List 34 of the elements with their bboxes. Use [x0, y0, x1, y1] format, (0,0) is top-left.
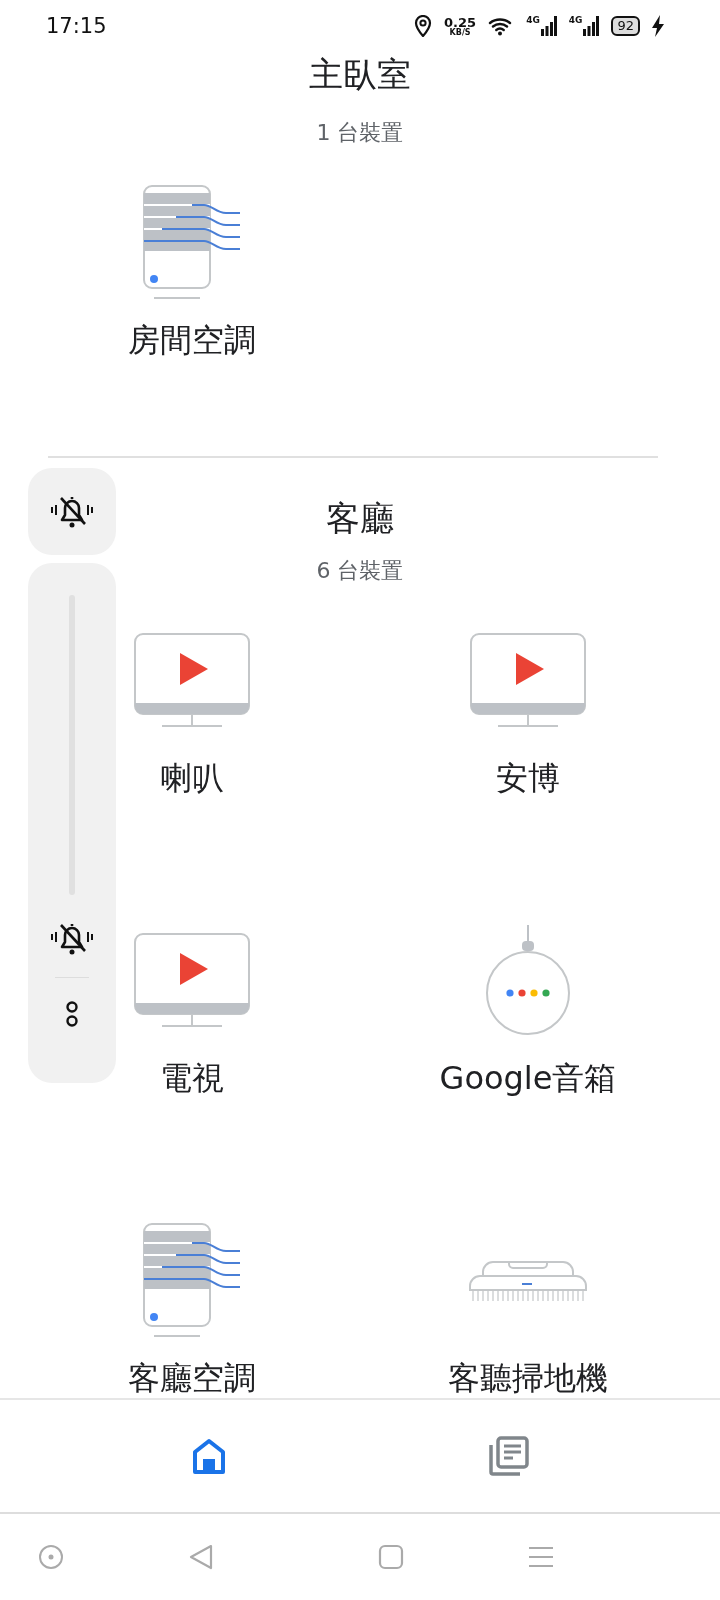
device-name: Google音箱 — [439, 1058, 617, 1098]
signal-icon — [540, 16, 557, 36]
back-icon[interactable] — [188, 1543, 214, 1571]
room-title: 主臥室 — [309, 53, 411, 96]
battery-level: 92 — [611, 16, 640, 36]
tv-play-icon[interactable] — [134, 933, 250, 1029]
network-speed: 0.25 — [444, 15, 477, 29]
device-name: 喇叭 — [160, 758, 224, 798]
muted-bell-icon[interactable] — [49, 921, 95, 957]
device-count: 6 台裝置 — [316, 557, 404, 585]
device-name: 電視 — [160, 1058, 224, 1098]
assistant-icon[interactable] — [38, 1544, 64, 1570]
device-name: 客聽掃地機 — [448, 1358, 608, 1398]
location-icon — [414, 15, 433, 37]
more-options-icon[interactable] — [65, 1000, 79, 1028]
network-type: 4G — [526, 16, 540, 25]
menu-icon[interactable] — [528, 1545, 554, 1569]
air-conditioner-icon[interactable] — [142, 185, 242, 301]
device-name: 安博 — [496, 758, 560, 798]
charging-icon — [652, 15, 664, 37]
feed-icon — [488, 1436, 529, 1476]
device-name: 客廳空調 — [128, 1358, 256, 1398]
home-button-icon[interactable] — [378, 1544, 404, 1570]
signal-icon — [583, 16, 600, 36]
device-count: 1 台裝置 — [316, 119, 404, 147]
tv-play-icon[interactable] — [134, 633, 250, 729]
status-time: 17:15 — [46, 14, 107, 38]
tv-play-icon[interactable] — [470, 633, 586, 729]
air-conditioner-icon[interactable] — [142, 1223, 242, 1339]
network-speed-unit: KB/S — [449, 28, 471, 37]
device-name: 房間空調 — [128, 320, 256, 360]
home-icon — [191, 1438, 226, 1474]
room-title: 客廳 — [326, 497, 394, 540]
network-type: 4G — [568, 16, 583, 25]
